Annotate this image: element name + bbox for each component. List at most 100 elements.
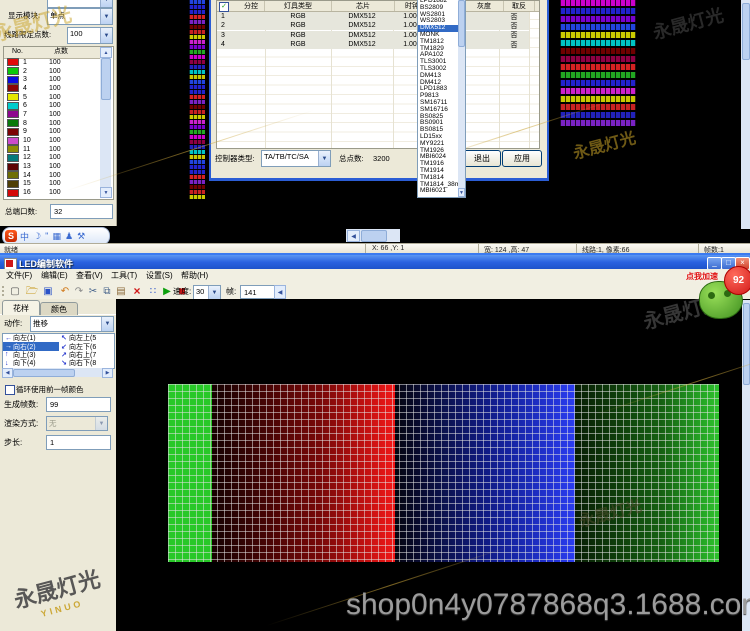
gen-frames-input[interactable]: 99 [46, 397, 111, 412]
direction-option[interactable]: ↓ 向下(4) [3, 359, 59, 368]
palette-row[interactable]: 13 100 [4, 162, 100, 171]
table-header-1[interactable]: 灯具类型 [265, 1, 332, 11]
action-label: 动作: [4, 319, 23, 328]
table-header-5[interactable]: 灰度 [465, 1, 504, 11]
menu-s[interactable]: 设置(S) [146, 270, 173, 281]
palette-row-no: 1 [23, 58, 27, 66]
palette-row[interactable]: 16 100 [4, 188, 100, 197]
scroll-up-icon[interactable]: ▲ [100, 47, 112, 58]
table-header-2[interactable]: 芯片 [332, 1, 395, 11]
cut-icon[interactable]: ✂ [86, 285, 100, 298]
palette-row[interactable]: 2 100 [4, 67, 100, 76]
palette-row[interactable]: 3 100 [4, 75, 100, 84]
exit-button[interactable]: 退出 [463, 150, 501, 167]
new-icon[interactable]: ▢ [8, 285, 22, 298]
palette-row[interactable]: 4 100 [4, 84, 100, 93]
loop-color-checkbox[interactable] [5, 385, 15, 395]
palette-col-points[interactable]: 点数 [54, 48, 68, 56]
grid-icon[interactable]: ∷ [146, 285, 160, 298]
chip-option[interactable]: MBI6021 [418, 188, 458, 195]
palette-row[interactable]: 7 100 [4, 110, 100, 119]
direction-arrow-icon: ↑ [5, 351, 9, 359]
palette-row[interactable]: 9 100 [4, 127, 100, 137]
step-input[interactable]: 1 [46, 435, 111, 450]
total-ports-input[interactable]: 32 [50, 204, 113, 219]
accelerator-text[interactable]: 点我加速 [686, 271, 718, 282]
scroll-down-icon[interactable]: ▼ [458, 188, 465, 197]
bg-strip-cell [189, 170, 205, 174]
undo-icon[interactable]: ↶ [58, 285, 72, 298]
table-row[interactable]: 3RGBDMX5121.00100否 [217, 30, 529, 40]
palette-row[interactable]: 10 100 [4, 136, 100, 145]
frame-step-left-icon[interactable]: ◀ [274, 285, 286, 299]
color-swatch [7, 162, 19, 171]
ime-icon[interactable]: 中 [20, 230, 29, 243]
bg-strip-cell [189, 80, 205, 84]
scroll-down-icon[interactable]: ▼ [100, 187, 112, 198]
tab-color[interactable]: 颜色 [40, 302, 78, 315]
direction-list-hscrollbar[interactable]: ◀ ▶ [2, 368, 113, 378]
table-row[interactable]: 4RGBDMX5121.00100否 [217, 40, 529, 50]
editor-vertical-scrollbar[interactable] [742, 300, 750, 631]
palette-row-points: 100 [49, 128, 61, 136]
chip-list-scrollbar[interactable]: ▼ [458, 0, 465, 197]
speed-combo[interactable]: 30 ▼ [193, 285, 221, 300]
direction-list[interactable]: ← 向左(1) → 向右(2) ↑ 向上(3) ↓ 向下(4) ↖ 向左上(5 ↙ 向左下(6 ↗ 向右上… [2, 333, 115, 369]
palette-row[interactable]: 12 100 [4, 153, 100, 163]
palette-row[interactable]: 11 100 [4, 145, 100, 154]
action-combo[interactable]: 推移 ▼ [30, 316, 114, 332]
frame-input[interactable]: 141 [240, 285, 275, 299]
ime-icon[interactable]: ♟ [65, 231, 73, 242]
paste-icon[interactable]: ▤ [114, 285, 128, 298]
direction-option[interactable]: ↘ 向右下(8 [59, 359, 115, 367]
menu-t[interactable]: 工具(T) [111, 270, 137, 281]
menu-h[interactable]: 帮助(H) [181, 270, 208, 281]
accelerator-badge[interactable]: 92 [724, 266, 750, 295]
select-all-checkbox[interactable]: ✓ [219, 2, 229, 12]
line-limit-combo[interactable]: 100 ▼ [67, 27, 113, 44]
menu-v[interactable]: 查看(V) [76, 270, 103, 281]
tab-pattern[interactable]: 花样 [2, 300, 40, 315]
palette-col-no[interactable]: No. [12, 48, 23, 56]
chip-dropdown-list[interactable]: LPD1882 BS2809 WS2801 WS2803 DMX512 MONK TM181… [417, 0, 466, 198]
palette-row[interactable]: 1 100 [4, 58, 100, 67]
ime-icon[interactable]: ☽ [33, 231, 41, 242]
redo-icon[interactable]: ↷ [72, 285, 86, 298]
play-icon[interactable]: ▶ [160, 285, 174, 298]
bg-strip-cell [189, 50, 205, 54]
scroll-left-icon[interactable]: ◀ [2, 368, 13, 378]
palette-row[interactable]: 6 100 [4, 101, 100, 110]
palette-scrollbar[interactable]: ▲ ▼ [100, 47, 112, 198]
ime-icon[interactable]: '' [45, 231, 48, 241]
ime-icon[interactable]: ⚒ [77, 231, 85, 242]
fixture-table[interactable]: ✓ 分控灯具类型芯片时钟亮度灰度取反 1RGBDMX5121.00100否2RG… [216, 0, 540, 149]
palette-row[interactable]: 14 100 [4, 171, 100, 180]
top-horizontal-scrollbar[interactable]: ◀ [346, 229, 400, 242]
open-icon[interactable]: 🗁 [25, 285, 39, 298]
copy-icon[interactable]: ⧉ [100, 285, 114, 298]
table-header-6[interactable]: 取反 [504, 1, 535, 11]
apply-button[interactable]: 应用 [502, 150, 542, 167]
palette-row-points: 100 [49, 67, 61, 75]
toolbar-grip[interactable] [2, 286, 7, 296]
menu-f[interactable]: 文件(F) [6, 270, 32, 281]
palette-row[interactable]: 8 100 [4, 119, 100, 128]
scroll-right-icon[interactable]: ▶ [102, 368, 113, 378]
controller-type-combo[interactable]: TA/TB/TC/SA ▼ [261, 150, 331, 167]
delete-icon[interactable]: × [130, 285, 144, 298]
palette-row[interactable]: 5 100 [4, 93, 100, 102]
bg-strip-cell [189, 135, 205, 139]
save-icon[interactable]: ▣ [41, 285, 55, 298]
table-row[interactable]: 2RGBDMX5121.00100否 [217, 21, 529, 31]
display-module-combo[interactable]: 单点 ▼ [47, 8, 113, 25]
render-mode-combo[interactable]: 无 ▼ [46, 416, 108, 431]
table-row[interactable]: 1RGBDMX5121.00100否 [217, 12, 529, 21]
palette-row[interactable]: 15 100 [4, 179, 100, 189]
menu-e[interactable]: 编辑(E) [41, 270, 68, 281]
scroll-left-icon[interactable]: ◀ [347, 230, 360, 242]
ime-icon[interactable]: ▦ [53, 231, 62, 242]
sogou-logo-icon[interactable]: S [5, 230, 17, 242]
led-grid-preview[interactable] [168, 384, 719, 562]
clipped-top-combo[interactable]: ▼ [47, 0, 113, 8]
top-vertical-scrollbar[interactable] [741, 0, 750, 229]
